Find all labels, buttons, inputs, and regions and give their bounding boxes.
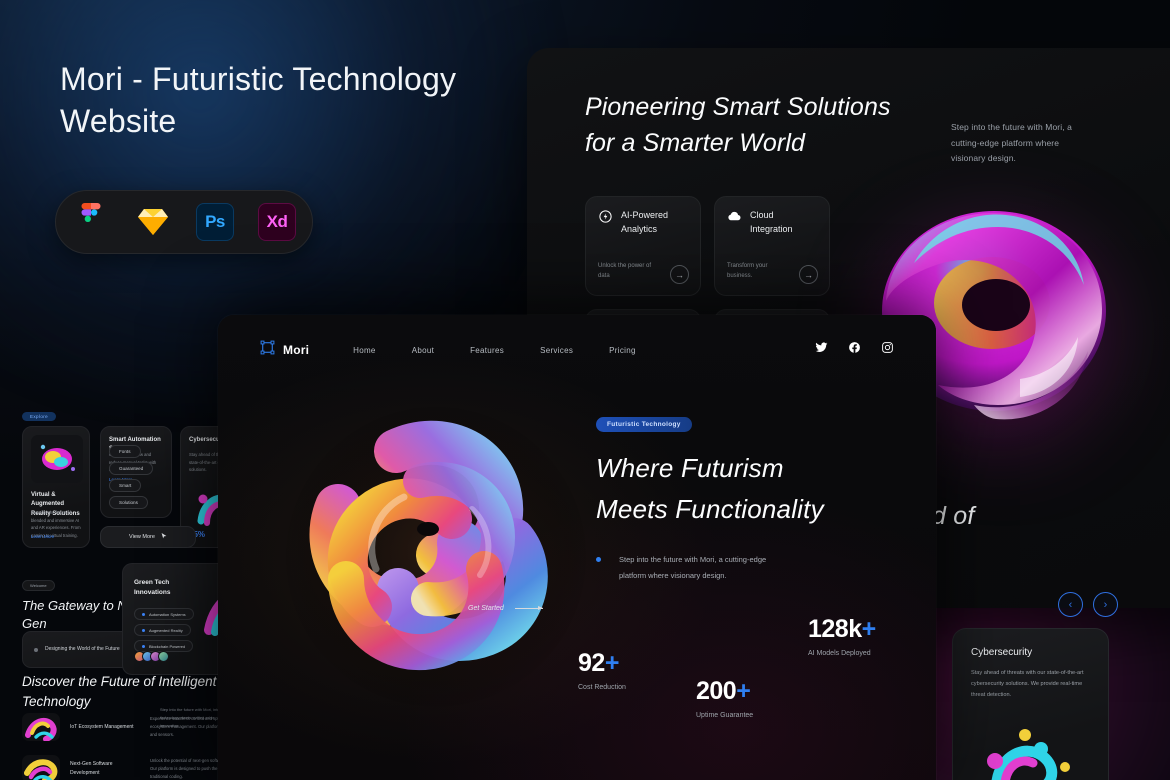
mock-tag[interactable]: Solutions [109,496,148,509]
facebook-icon[interactable] [848,341,861,359]
cursor-icon [161,532,167,542]
stat-plus: + [604,649,620,677]
stat-value: 128k [808,615,862,643]
avatar-group [134,651,169,662]
avatar [158,651,169,662]
hero-heading-line1: Where Futurism [596,453,784,483]
hero-heading-line2: Meets Functionality [596,494,824,525]
bolt-icon [598,209,613,224]
mock-tag[interactable]: Fonts [109,445,141,458]
navbar: Mori Home About Features Services Pricin… [218,315,936,385]
cloud-icon [727,209,742,224]
back-panel-heading-line2: for a Smarter World [585,128,806,157]
stat-cost-reduction: 92+ Cost Reduction [578,651,626,692]
back-panel-heading-line1: Pioneering Smart Solutions [585,93,891,121]
green-tech-tag-list: Automation Systems Augmented Reality Blo… [134,608,194,652]
discover-row-software-thumb [22,755,60,780]
adobexd-label: Xd [258,203,296,241]
stat-value: 92 [578,649,605,677]
hero-paragraph: Step into the future with Mori, a cuttin… [619,555,767,580]
feature-card-cloud[interactable]: Cloud Integration Transform your busines… [714,196,830,296]
stat-ai-models-value: 128k+ [808,617,876,642]
presentation-title-block: Mori - Futuristic Technology Website [60,58,530,142]
mock-chip: Explore [22,412,57,421]
sketch-icon [133,202,173,242]
bullet-dot-icon [34,647,38,652]
back-panel-heading: Pioneering Smart Solutions for a Smarter… [585,90,985,161]
screenshot-canvas: Mori - Futuristic Technology Website Ps [0,0,1170,780]
stat-uptime-value: 200+ [696,679,753,704]
frame-logo-icon [260,340,275,360]
get-started-label: Get Started [468,605,504,612]
back-panel-subtext: Step into the future with Mori, a cuttin… [951,122,1072,164]
feature-card-ai-arrow-icon[interactable]: → [670,265,689,284]
adobexd-icon: Xd [257,202,297,242]
design-tools-pill: Ps Xd [55,190,313,254]
cybersecurity-card-title: Cybersecurity [971,647,1033,658]
green-tech-tag[interactable]: Augmented Reality [134,624,191,636]
discover-row-iot-thumb [22,713,60,741]
main-website-window: Mori Home About Features Services Pricin… [218,315,936,780]
bullet-dot-icon [596,557,601,563]
mock-card-automation-tags: Fonts Guaranteed Smart Solutions [109,445,167,509]
green-tech-tag[interactable]: Automation Systems [134,608,194,620]
instagram-icon[interactable] [881,341,894,359]
discover-row-software-title: Next-Gen Software Development [70,761,113,776]
mock-tag[interactable]: Guaranteed [109,462,154,475]
photoshop-label: Ps [196,203,234,241]
feature-card-ai-title: AI-Powered Analytics [621,210,669,234]
stat-value: 200 [696,677,737,705]
discover-row-iot-title: IoT Ecosystem Management [70,723,134,730]
feature-card-ai[interactable]: AI-Powered Analytics Unlock the power of… [585,196,701,296]
cybersecurity-card-art [979,719,1089,780]
carousel-next-button[interactable]: › [1093,592,1118,617]
right-headline-fragment: d of [932,502,975,530]
twitter-icon[interactable] [815,341,828,359]
mock-tag[interactable]: Smart [109,479,142,492]
nav-link-pricing[interactable]: Pricing [609,346,636,355]
get-started-link[interactable]: Get Started [468,605,543,612]
nav-link-about[interactable]: About [412,346,434,355]
stat-uptime-label: Uptime Guarantee [696,712,754,719]
brand-name: Mori [283,343,310,357]
hero-paragraph-row: Step into the future with Mori, a cuttin… [596,552,896,584]
stat-ai-models: 128k+ AI Models Deployed [808,617,876,658]
feature-card-cloud-arrow-icon[interactable]: → [799,265,818,284]
mock-view-more-button[interactable]: View More [100,526,196,548]
social-links [815,341,894,359]
cybersecurity-card-desc: Stay ahead of threats with our state-of-… [971,670,1084,699]
stat-ai-models-label: AI Models Deployed [808,650,871,657]
page-title: Mori - Futuristic Technology Website [60,61,457,140]
feature-card-cloud-desc: Transform your business. [727,262,768,279]
stat-cost-reduction-value: 92+ [578,651,626,676]
hero-copy: Futuristic Technology Where Futurism Mee… [596,413,896,584]
carousel-prev-button[interactable]: ‹ [1058,592,1083,617]
arrow-right-icon [514,605,543,610]
hero-badge: Futuristic Technology [596,417,692,432]
nav-link-features[interactable]: Features [470,346,504,355]
feature-card-cloud-title: Cloud Integration [750,210,793,234]
stat-uptime-guarantee: 200+ Uptime Guarantee [696,679,754,720]
brand-logo[interactable]: Mori [260,340,309,360]
nav-links: Home About Features Services Pricing [353,346,636,355]
mock-card-vr-link[interactable]: Learn More [31,534,55,539]
stat-plus: + [736,677,751,705]
hero-heading: Where Futurism Meets Functionality [596,448,896,530]
figma-icon [71,202,111,242]
carousel-controls: ‹ › [1058,592,1118,617]
nav-link-services[interactable]: Services [540,346,573,355]
feature-card-ai-desc: Unlock the power of data [598,262,652,279]
hero-3d-knot-art [276,389,596,719]
gateway-chip: Welcome [22,580,55,591]
mock-card-vr-art [31,435,83,483]
nav-link-home[interactable]: Home [353,346,376,355]
mock-card-vr[interactable]: Virtual & Augmented Reality Solutions St… [22,426,90,548]
photoshop-icon: Ps [195,202,235,242]
stat-cost-reduction-label: Cost Reduction [578,684,626,691]
mock-card-automation[interactable]: Smart Automation Systems Optimize workfl… [100,426,172,518]
stat-plus: + [861,615,877,643]
cybersecurity-card[interactable]: Cybersecurity Stay ahead of threats with… [952,628,1109,780]
mock-view-more-label: View More [129,534,155,540]
